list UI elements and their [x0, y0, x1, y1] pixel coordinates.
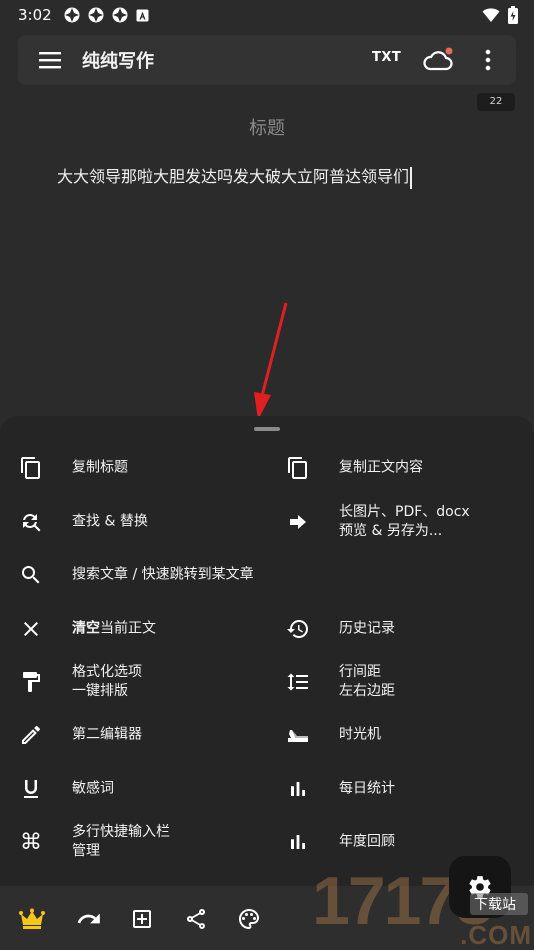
clear-body-label: 清空当前正文 — [72, 620, 156, 639]
app-title: 纯纯写作 — [82, 51, 154, 72]
clear-label-bold: 清空 — [72, 620, 100, 637]
drag-handle[interactable] — [254, 427, 280, 431]
app-bar: 纯纯写作 TXT — [18, 35, 516, 85]
export-line-1: 长图片、PDF、docx — [339, 504, 470, 520]
format-item[interactable]: 格式化选项 一键排版 — [19, 660, 259, 704]
copy-icon — [286, 456, 310, 480]
more-vert-icon — [485, 49, 491, 71]
title-field[interactable]: 标题 — [0, 114, 534, 140]
export-label: 长图片、PDF、docx 预览 & 另存为... — [339, 503, 470, 541]
history-item[interactable]: 历史记录 — [286, 607, 516, 651]
a-icon — [136, 9, 149, 21]
quick-input-label: 多行快捷输入栏 管理 — [72, 823, 170, 861]
history-icon — [286, 617, 310, 641]
search-icon — [19, 563, 43, 587]
line-spacing-icon — [286, 670, 310, 694]
cloud-sync-button[interactable] — [422, 46, 454, 74]
daily-stats-item[interactable]: 每日统计 — [286, 767, 516, 811]
wifi-icon — [482, 8, 500, 22]
spacing-line-2: 左右边距 — [339, 683, 395, 699]
txt-export-button[interactable]: TXT — [372, 50, 401, 65]
spacing-item[interactable]: 行间距 左右边距 — [286, 660, 516, 704]
export-item[interactable]: 长图片、PDF、docx 预览 & 另存为... — [286, 500, 516, 544]
pencil-icon — [19, 723, 43, 747]
add-box-icon — [133, 910, 151, 928]
time-machine-label: 时光机 — [339, 726, 381, 743]
body-editor[interactable]: 大大领导那啦大胆发达吗发大破大立阿普达领导们 — [57, 163, 413, 189]
export-line-2: 预览 & 另存为... — [339, 523, 443, 539]
red-arrow-icon — [254, 302, 288, 420]
daily-stats-label: 每日统计 — [339, 780, 395, 797]
quick-input-line-2: 管理 — [72, 843, 100, 859]
clear-body-item[interactable]: 清空当前正文 — [19, 607, 259, 651]
theme-button[interactable] — [236, 906, 262, 932]
status-bar: 3:02 — [0, 0, 534, 30]
history-label: 历史记录 — [339, 620, 395, 637]
close-icon — [19, 617, 43, 641]
system-icons — [482, 6, 518, 24]
sensitive-words-label: 敏感词 — [72, 780, 114, 797]
quick-input-item[interactable]: ⌘ 多行快捷输入栏 管理 — [19, 820, 259, 864]
body-text: 大大领导那啦大胆发达吗发大破大立阿普达领导们 — [57, 167, 410, 186]
redo-button[interactable] — [76, 906, 102, 932]
text-cursor — [410, 166, 413, 189]
bar-chart-icon — [286, 830, 310, 854]
format-line-2: 一键排版 — [72, 683, 128, 699]
app-notification-icon — [88, 7, 104, 23]
share-icon — [186, 908, 206, 929]
spacing-line-1: 行间距 — [339, 664, 381, 680]
copy-body-item[interactable]: 复制正文内容 — [286, 446, 516, 490]
copy-title-label: 复制标题 — [72, 459, 128, 476]
app-notification-icon — [64, 7, 80, 23]
search-articles-item[interactable]: 搜索文章 / 快速跳转到某文章 — [19, 553, 509, 597]
annual-review-item[interactable]: 年度回顾 — [286, 820, 446, 864]
add-button[interactable] — [129, 906, 155, 932]
find-replace-label: 查找 & 替换 — [72, 513, 148, 530]
format-line-1: 格式化选项 — [72, 664, 142, 680]
notification-icons — [64, 7, 149, 23]
cloud-sync-icon — [423, 47, 453, 71]
more-options-button[interactable] — [480, 48, 496, 72]
status-time: 3:02 — [18, 6, 52, 24]
hamburger-icon — [39, 52, 61, 69]
battery-icon — [508, 6, 518, 24]
watermark-tag: 下载站 — [470, 893, 528, 915]
app-notification-icon — [112, 7, 128, 23]
copy-body-label: 复制正文内容 — [339, 459, 423, 476]
quick-input-line-1: 多行快捷输入栏 — [72, 824, 170, 840]
search-articles-label: 搜索文章 / 快速跳转到某文章 — [72, 566, 254, 583]
format-paint-icon — [19, 670, 43, 694]
time-machine-item[interactable]: 时光机 — [286, 713, 516, 757]
crown-icon — [19, 908, 45, 929]
watermark-domain: .COM — [460, 920, 532, 950]
arrow-right-icon — [286, 510, 310, 534]
share-button[interactable] — [183, 906, 209, 932]
bottom-sheet: 复制标题 复制正文内容 查找 & 替换 长图片、PDF、docx 预览 & 另存为… — [0, 416, 534, 886]
annual-review-label: 年度回顾 — [339, 833, 395, 850]
vip-button[interactable] — [19, 906, 45, 932]
bar-chart-icon — [286, 777, 310, 801]
find-replace-item[interactable]: 查找 & 替换 — [19, 500, 259, 544]
command-icon: ⌘ — [20, 829, 42, 855]
clear-label-rest: 当前正文 — [100, 620, 156, 637]
second-editor-label: 第二编辑器 — [72, 726, 142, 743]
copy-icon — [19, 456, 43, 480]
find-replace-icon — [19, 510, 43, 534]
sensitive-words-item[interactable]: 敏感词 — [19, 767, 259, 811]
palette-icon — [239, 909, 259, 929]
word-count-badge: 22 — [477, 93, 515, 111]
redo-icon — [77, 913, 100, 924]
menu-button[interactable] — [38, 49, 62, 71]
copy-title-item[interactable]: 复制标题 — [19, 446, 259, 490]
spacing-label: 行间距 左右边距 — [339, 663, 395, 701]
underline-icon — [19, 777, 43, 801]
format-label: 格式化选项 一键排版 — [72, 663, 142, 701]
time-machine-icon — [286, 723, 310, 747]
second-editor-item[interactable]: 第二编辑器 — [19, 713, 259, 757]
